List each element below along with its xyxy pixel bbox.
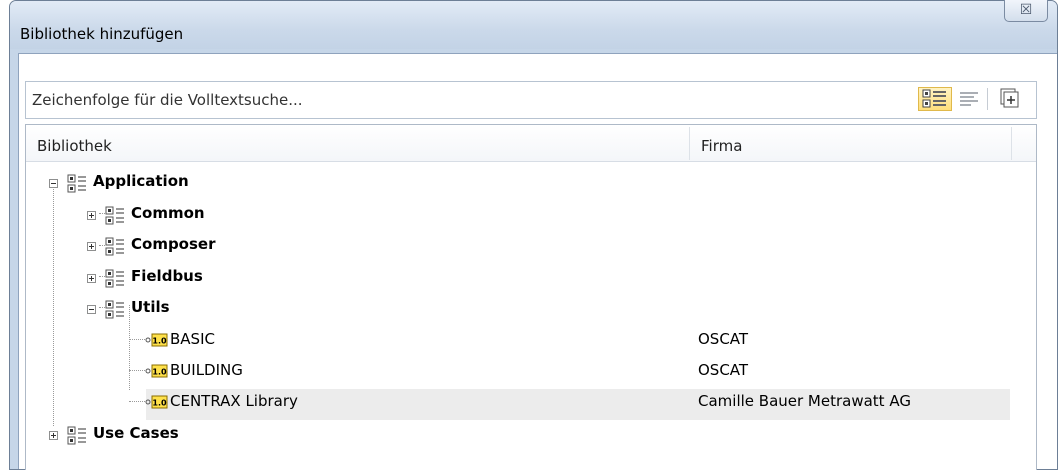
column-header-company[interactable]: Firma bbox=[701, 125, 742, 161]
tree-item-label: CENTRAX Library bbox=[170, 392, 298, 410]
expand-icon[interactable] bbox=[87, 274, 96, 283]
tree-item-common[interactable]: Common bbox=[26, 201, 1036, 232]
library-category-icon bbox=[105, 237, 124, 256]
svg-text:1.0: 1.0 bbox=[152, 368, 167, 377]
tree-item-use-cases[interactable]: Use Cases bbox=[26, 421, 1036, 452]
tree-item-utils[interactable]: Utils bbox=[26, 295, 1036, 326]
category-view-button[interactable] bbox=[918, 87, 952, 111]
tree-item-label: Use Cases bbox=[93, 424, 179, 442]
close-icon: ☒ bbox=[1019, 2, 1033, 18]
tree-item-label: Application bbox=[93, 172, 189, 190]
tree-item-building[interactable]: 1.0 BUILDING OSCAT bbox=[26, 358, 1036, 389]
list-view-button[interactable] bbox=[956, 87, 982, 111]
tree-item-label: BASIC bbox=[170, 330, 215, 348]
company-cell: Camille Bauer Metrawatt AG bbox=[698, 392, 911, 410]
dialog-title: Bibliothek hinzufügen bbox=[20, 25, 184, 43]
expand-icon[interactable] bbox=[87, 242, 96, 251]
tree-item-application[interactable]: Application bbox=[26, 169, 1036, 200]
tree-item-composer[interactable]: Composer bbox=[26, 232, 1036, 263]
library-category-icon bbox=[67, 174, 86, 193]
column-header-row: Bibliothek Firma bbox=[26, 125, 1036, 162]
tree-item-label: Utils bbox=[131, 298, 170, 316]
fulltext-search-input[interactable] bbox=[25, 81, 1037, 119]
close-button[interactable]: ☒ bbox=[1004, 0, 1048, 22]
list-view-icon bbox=[960, 92, 978, 106]
title-bar[interactable]: Bibliothek hinzufügen ☒ bbox=[10, 0, 1057, 49]
svg-text:1.0: 1.0 bbox=[152, 399, 167, 408]
tree-item-label: Common bbox=[131, 204, 205, 222]
library-category-icon bbox=[105, 300, 124, 319]
tree-item-centrax-library-content[interactable]: 1.0 CENTRAX Library Camille Bauer Metraw… bbox=[26, 389, 1036, 420]
tree-item-basic[interactable]: 1.0 BASIC OSCAT bbox=[26, 327, 1036, 358]
library-version-icon: 1.0 bbox=[145, 395, 168, 409]
expand-icon[interactable] bbox=[49, 431, 58, 440]
tree-item-fieldbus[interactable]: Fieldbus bbox=[26, 264, 1036, 295]
add-library-icon bbox=[1000, 88, 1019, 108]
toolbar-separator bbox=[987, 88, 988, 110]
tree-item-label: Fieldbus bbox=[131, 267, 203, 285]
library-category-icon bbox=[105, 269, 124, 288]
company-cell: OSCAT bbox=[698, 361, 749, 379]
category-tree-icon bbox=[922, 89, 946, 108]
column-divider[interactable] bbox=[1011, 127, 1012, 160]
collapse-icon[interactable] bbox=[49, 179, 58, 188]
collapse-icon[interactable] bbox=[87, 305, 96, 314]
tree-item-label: BUILDING bbox=[170, 361, 243, 379]
expand-icon[interactable] bbox=[87, 211, 96, 220]
svg-text:1.0: 1.0 bbox=[152, 337, 167, 346]
column-header-library[interactable]: Bibliothek bbox=[37, 125, 112, 161]
company-cell: OSCAT bbox=[698, 330, 749, 348]
column-divider[interactable] bbox=[689, 127, 690, 160]
library-tree-list[interactable]: Bibliothek Firma Application Common Comp… bbox=[25, 124, 1037, 470]
library-version-icon: 1.0 bbox=[145, 364, 168, 378]
library-version-icon: 1.0 bbox=[145, 333, 168, 347]
add-library-button[interactable] bbox=[994, 87, 1024, 111]
library-category-icon bbox=[105, 206, 124, 225]
library-category-icon bbox=[67, 426, 86, 445]
tree-item-label: Composer bbox=[131, 235, 216, 253]
